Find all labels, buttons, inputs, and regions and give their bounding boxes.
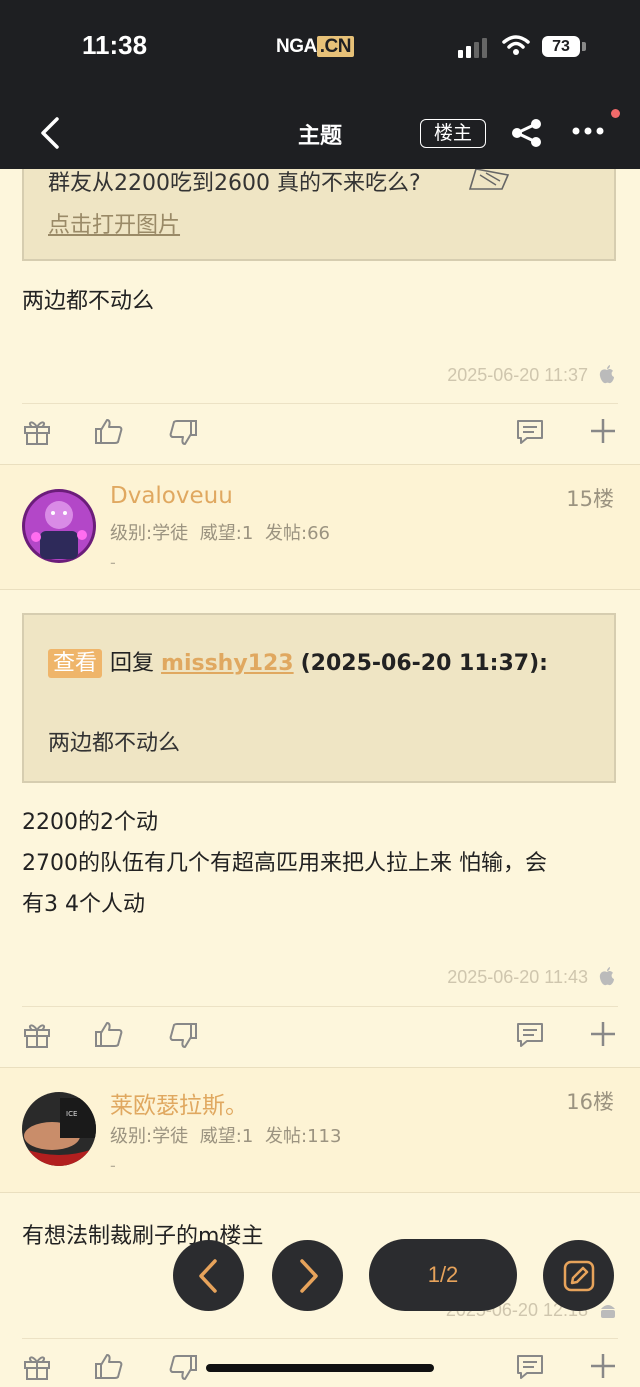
open-image-link[interactable]: 点击打开图片	[48, 207, 180, 239]
quote-block: 群友从2200吃到2600 真的不来吃么? 点击打开图片	[22, 169, 616, 261]
divider	[0, 1192, 640, 1193]
avatar[interactable]: ICE	[22, 1092, 96, 1166]
add-icon[interactable]	[589, 1352, 617, 1380]
sticker-icon	[468, 169, 510, 190]
next-page-button[interactable]	[272, 1240, 343, 1311]
user-signature: -	[110, 1156, 116, 1175]
battery-tip	[582, 42, 586, 51]
prev-page-button[interactable]	[173, 1240, 244, 1311]
chevron-right-icon	[300, 1259, 318, 1293]
post-body-line: 2700的队伍有几个有超高匹用来把人拉上来 怕输，会	[22, 851, 547, 876]
more-options-icon[interactable]	[572, 126, 604, 136]
gift-icon[interactable]	[22, 417, 52, 447]
view-tag[interactable]: 查看	[48, 649, 103, 678]
avatar[interactable]	[22, 489, 96, 563]
edit-icon	[563, 1260, 595, 1292]
post-actions	[0, 1338, 640, 1387]
reply-quote-block: 查看 回复 misshy123 (2025-06-20 11:37): 两边都不动…	[22, 613, 616, 783]
apple-icon	[599, 365, 614, 384]
signal-icon	[458, 38, 487, 58]
reply-user-link[interactable]: misshy123	[161, 651, 294, 676]
battery-indicator: 73	[542, 36, 580, 57]
user-row[interactable]: ICE 莱欧瑟拉斯。 级别:学徒 威望:1 发帖:113 - 16楼	[0, 1068, 640, 1192]
floor-number: 15楼	[566, 487, 614, 511]
comment-icon[interactable]	[515, 1352, 545, 1382]
reply-date: (2025-06-20 11:37):	[300, 651, 548, 676]
home-indicator[interactable]	[206, 1364, 434, 1372]
chevron-left-icon	[199, 1259, 217, 1293]
user-meta: 级别:学徒 威望:1 发帖:113	[110, 1126, 342, 1147]
post-body-line: 2200的2个动	[22, 810, 158, 835]
page-title: 主题	[297, 124, 342, 149]
post-timestamp: 2025-06-20 11:43	[447, 967, 588, 987]
android-icon	[601, 1305, 615, 1318]
divider	[0, 589, 640, 590]
quote-text: 两边都不动么	[48, 731, 181, 756]
status-bar: 11:38 NGA .CN 73	[0, 0, 640, 96]
notification-dot	[611, 109, 620, 118]
thumbs-down-icon[interactable]	[168, 1020, 198, 1050]
username[interactable]: 莱欧瑟拉斯。	[110, 1086, 248, 1120]
thumbs-up-icon[interactable]	[94, 417, 124, 447]
username[interactable]: Dvaloveuu	[110, 483, 233, 509]
nga-logo: NGA .CN	[276, 36, 354, 58]
post-timestamp: 2025-06-20 11:37	[447, 365, 588, 385]
user-row[interactable]: Dvaloveuu 级别:学徒 威望:1 发帖:66 - 15楼	[0, 465, 640, 589]
svg-text:ICE: ICE	[66, 1110, 77, 1118]
quote-text: 群友从2200吃到2600 真的不来吃么?	[48, 171, 421, 196]
logo-cn-text: .CN	[316, 36, 354, 57]
user-signature: -	[110, 553, 116, 572]
post-body: 两边都不动么	[22, 289, 155, 314]
user-meta: 级别:学徒 威望:1 发帖:66	[110, 523, 330, 544]
thread-content[interactable]: 群友从2200吃到2600 真的不来吃么? 点击打开图片 两边都不动么 2025…	[0, 169, 640, 1387]
add-icon[interactable]	[589, 1020, 617, 1048]
floor-number: 16楼	[566, 1090, 614, 1114]
logo-text: NGA	[276, 36, 317, 57]
wifi-icon	[502, 35, 530, 55]
reply-header: 查看 回复 misshy123 (2025-06-20 11:37):	[48, 645, 548, 678]
apple-icon	[599, 967, 614, 986]
thumbs-down-icon[interactable]	[168, 1352, 198, 1382]
post-body-line: 有3 4个人动	[22, 892, 145, 917]
write-reply-button[interactable]	[543, 1240, 614, 1311]
thumbs-up-icon[interactable]	[94, 1352, 124, 1382]
gift-icon[interactable]	[22, 1352, 52, 1382]
thumbs-up-icon[interactable]	[94, 1020, 124, 1050]
post-body: 2200的2个动 2700的队伍有几个有超高匹用来把人拉上来 怕输，会 有3 4…	[22, 802, 547, 925]
gift-icon[interactable]	[22, 1020, 52, 1050]
status-time: 11:38	[82, 30, 148, 60]
post-actions	[0, 1006, 640, 1066]
share-icon[interactable]	[510, 118, 544, 148]
post-actions	[0, 403, 640, 463]
thumbs-down-icon[interactable]	[168, 417, 198, 447]
comment-icon[interactable]	[515, 1020, 545, 1050]
top-nav-bar: 主题 楼主	[0, 96, 640, 169]
add-icon[interactable]	[589, 417, 617, 445]
page-indicator-button[interactable]: 1/2	[369, 1239, 517, 1311]
comment-icon[interactable]	[515, 417, 545, 447]
reply-word: 回复	[110, 651, 155, 676]
owner-only-button[interactable]: 楼主	[420, 119, 486, 148]
